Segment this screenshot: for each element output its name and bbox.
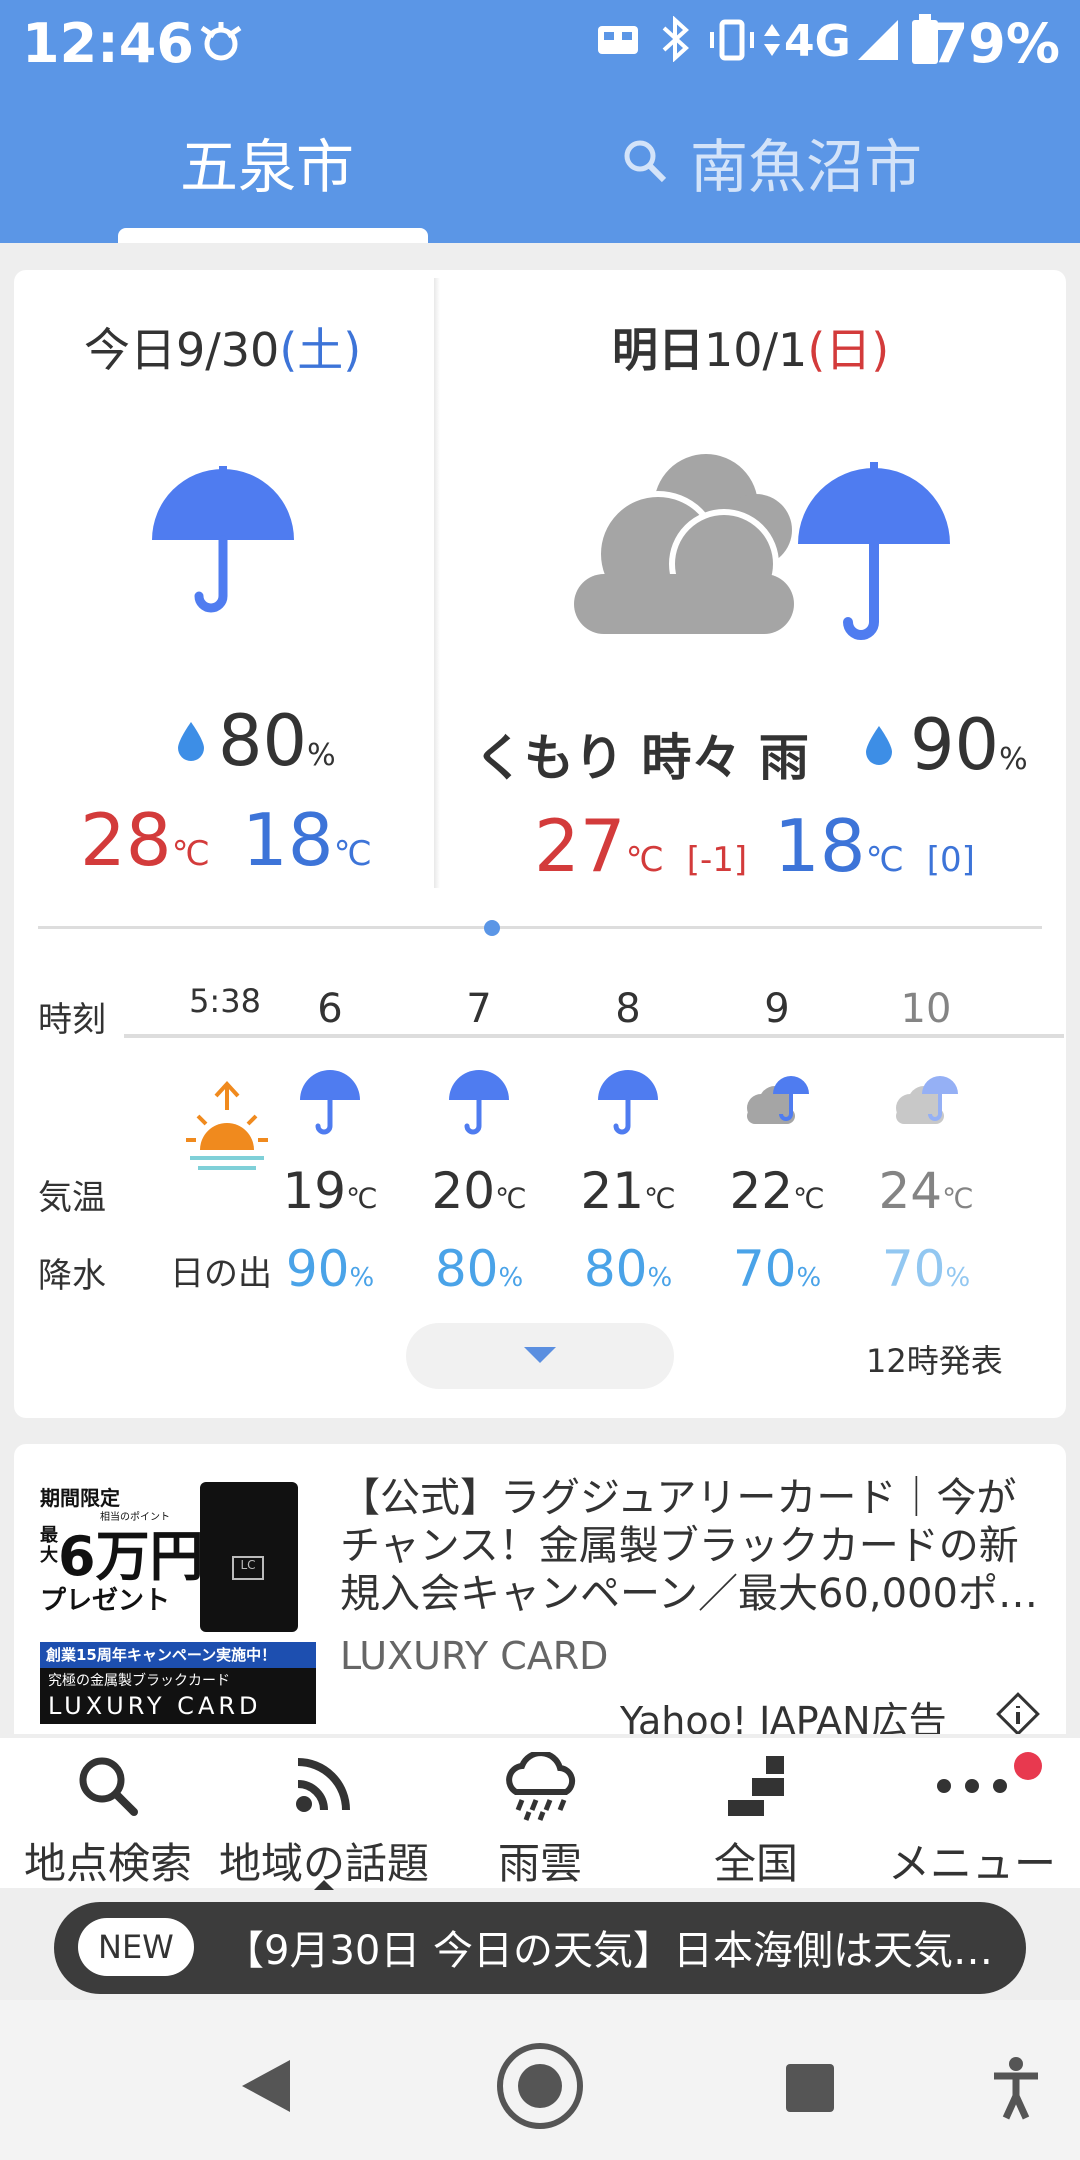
ad-sponsor-label: Yahoo! JAPAN広告 bbox=[620, 1699, 947, 1734]
notification-icon bbox=[200, 22, 242, 61]
today-high: 28℃ bbox=[80, 798, 210, 882]
voicemail-icon bbox=[598, 26, 638, 54]
nav-rain-cloud[interactable]: 雨雲 bbox=[432, 1738, 648, 1888]
sunrise-icon bbox=[186, 1081, 268, 1170]
rss-icon bbox=[296, 1758, 350, 1812]
raindrop-icon bbox=[178, 722, 204, 761]
app-header: 12:46 4G 79% 五泉市 南魚沼市 bbox=[0, 0, 1080, 243]
tomorrow-title: 明日10/1(日) bbox=[612, 323, 890, 377]
ad-headline[interactable]: 【公式】ラグジュアリーカード｜今がチャンス！金属製ブラックカードの新規入会キャン… bbox=[340, 1474, 1050, 1618]
umbrella-icon bbox=[300, 1070, 360, 1135]
search-icon bbox=[79, 1757, 138, 1816]
hour-temp: 20℃ bbox=[431, 1162, 527, 1220]
issued-time: 12時発表 bbox=[866, 1342, 1003, 1380]
hour-precip: 70% bbox=[881, 1240, 971, 1298]
timeline-track[interactable] bbox=[38, 926, 1042, 929]
active-nav-indicator bbox=[314, 1880, 334, 1890]
today-low: 18℃ bbox=[242, 798, 372, 882]
hour-precip: 80% bbox=[583, 1240, 673, 1298]
hour-precip: 90% bbox=[285, 1240, 375, 1298]
cloud-umbrella-icon bbox=[896, 1076, 958, 1124]
hour-temp: 21℃ bbox=[580, 1162, 676, 1220]
hour-precip: 80% bbox=[434, 1240, 524, 1298]
forecast-card: 今日9/30(土) 80% 28℃ 18℃ 明日10/1(日) くもり 時々 雨… bbox=[14, 270, 1066, 1418]
bottom-nav: 地点検索 地域の話題 雨雲 全国 メニュー bbox=[0, 1738, 1080, 1890]
row-label-precip: 降水 bbox=[38, 1256, 106, 1296]
hour-label: 8 bbox=[615, 986, 641, 1032]
tab-gosen[interactable]: 五泉市 bbox=[180, 120, 354, 204]
today-title: 今日9/30(土) bbox=[84, 323, 362, 377]
nav-menu[interactable]: メニュー bbox=[864, 1738, 1080, 1888]
sunrise-label: 日の出 bbox=[170, 1254, 272, 1294]
timeline-position[interactable] bbox=[484, 920, 500, 936]
vibrate-icon bbox=[710, 19, 780, 61]
cloud-umbrella-icon bbox=[747, 1076, 809, 1124]
search-icon[interactable] bbox=[622, 138, 668, 184]
nav-local-topics[interactable]: 地域の話題 bbox=[216, 1738, 432, 1890]
status-time: 12:46 bbox=[22, 12, 194, 75]
hour-temp: 24℃ bbox=[878, 1162, 974, 1220]
row-label-temp: 気温 bbox=[38, 1178, 106, 1218]
bluetooth-icon bbox=[662, 16, 689, 62]
tomorrow-rain-pct: 90% bbox=[910, 704, 1028, 786]
hour-label: 9 bbox=[764, 986, 790, 1032]
ad-source: LUXURY CARD bbox=[340, 1634, 609, 1678]
nav-nationwide[interactable]: 全国 bbox=[648, 1738, 864, 1888]
system-nav-bar bbox=[0, 2000, 1080, 2160]
tomorrow-low: 18℃ [0] bbox=[774, 804, 975, 888]
raindrop-icon bbox=[866, 726, 892, 765]
more-icon bbox=[937, 1779, 1007, 1793]
ad-info-icon[interactable] bbox=[996, 1692, 1040, 1734]
hour-label: 10 bbox=[900, 986, 952, 1032]
hour-label: 6 bbox=[317, 986, 343, 1032]
day-divider bbox=[434, 278, 440, 888]
row-label-time: 時刻 bbox=[38, 1000, 106, 1040]
accessibility-icon[interactable] bbox=[990, 2056, 1042, 2120]
hour-row-divider bbox=[124, 1034, 1064, 1038]
battery-percent: 79% bbox=[930, 12, 1060, 75]
hour-precip: 70% bbox=[732, 1240, 822, 1298]
umbrella-icon bbox=[449, 1070, 509, 1135]
umbrella-icon bbox=[152, 466, 294, 613]
new-badge: NEW bbox=[78, 1918, 194, 1976]
tomorrow-high: 27℃ [-1] bbox=[534, 804, 748, 888]
recents-icon[interactable] bbox=[784, 2062, 836, 2114]
ad-banner-image[interactable]: 期間限定 最大 6万円 相当のポイント プレゼント LC 創業15周年キャンペー… bbox=[40, 1482, 320, 1734]
black-card-image: LC bbox=[200, 1482, 298, 1632]
tab-minamiuonuma[interactable]: 南魚沼市 bbox=[690, 120, 922, 204]
signal-icon bbox=[858, 20, 898, 60]
tomorrow-condition: くもり 時々 雨 bbox=[474, 729, 809, 787]
notification-dot bbox=[1014, 1752, 1042, 1780]
sunrise-time: 5:38 bbox=[189, 982, 261, 1020]
ad-card[interactable]: 期間限定 最大 6万円 相当のポイント プレゼント LC 創業15周年キャンペー… bbox=[14, 1444, 1066, 1734]
today-rain-pct: 80% bbox=[218, 700, 336, 782]
japan-map-icon bbox=[728, 1756, 784, 1816]
network-type: 4G bbox=[784, 16, 851, 67]
hour-temp: 22℃ bbox=[729, 1162, 825, 1220]
news-ticker[interactable]: NEW 【9月30日 今日の天気】日本海側は天気… bbox=[54, 1902, 1026, 1994]
hour-label: 7 bbox=[466, 986, 492, 1032]
home-icon[interactable] bbox=[496, 2042, 584, 2130]
cloud-umbrella-icon bbox=[574, 454, 950, 640]
nav-search[interactable]: 地点検索 bbox=[0, 1738, 216, 1888]
chevron-down-icon[interactable] bbox=[524, 1347, 556, 1363]
news-text[interactable]: 【9月30日 今日の天気】日本海側は天気… bbox=[224, 1918, 993, 1976]
umbrella-icon bbox=[598, 1070, 658, 1135]
back-icon[interactable] bbox=[240, 2058, 292, 2114]
hour-temp: 19℃ bbox=[282, 1162, 378, 1220]
rain-cloud-icon bbox=[506, 1752, 576, 1821]
active-tab-indicator bbox=[118, 228, 428, 243]
